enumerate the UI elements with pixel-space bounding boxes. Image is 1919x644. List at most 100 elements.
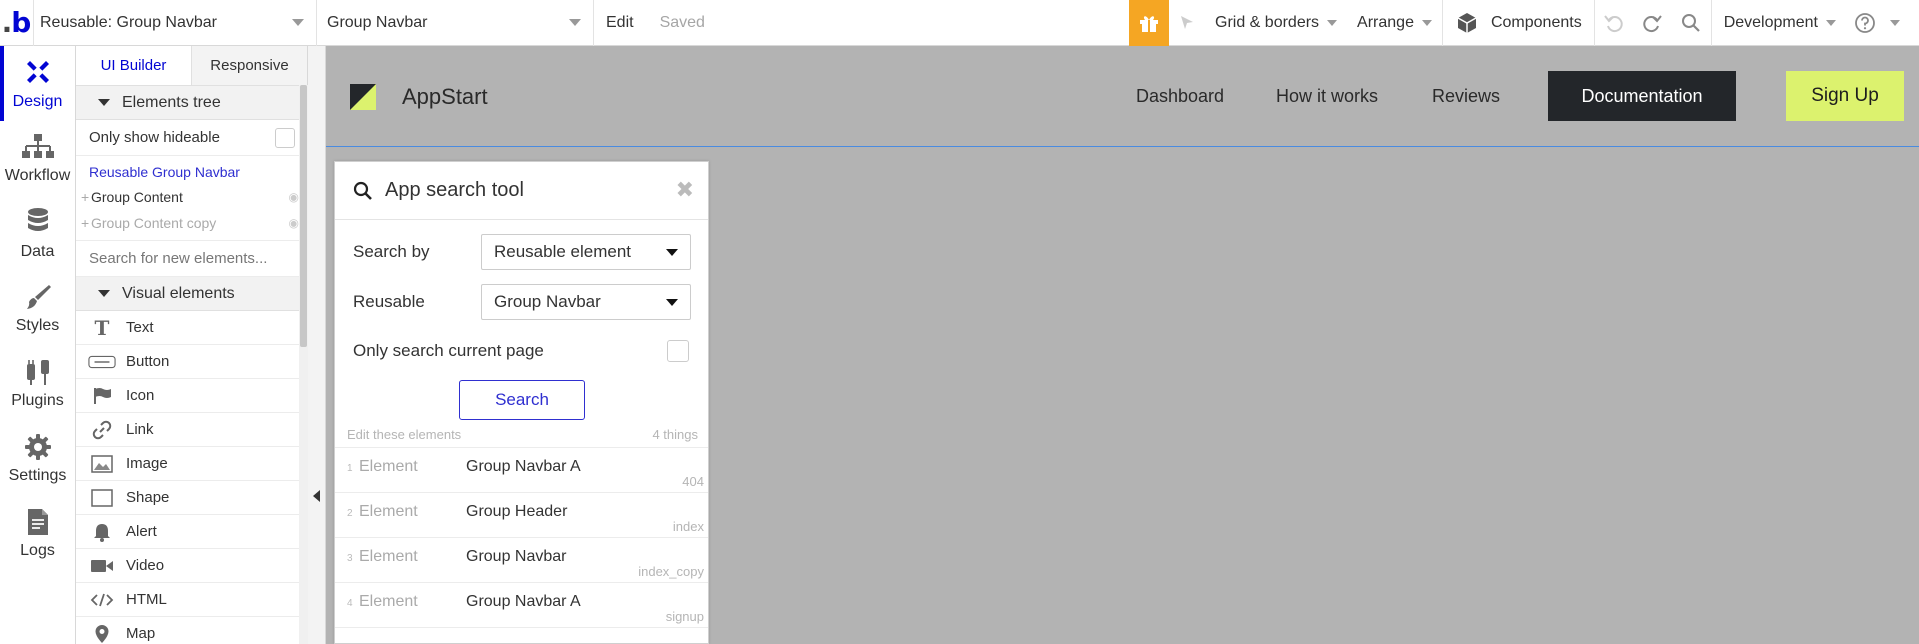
reusable-select[interactable]: Group Navbar [481,284,691,320]
group-navbar[interactable]: AppStart Dashboard How it works Reviews … [326,46,1919,146]
components-button[interactable]: Components [1443,0,1594,46]
visual-elements-header[interactable]: Visual elements [76,277,307,311]
only-show-hideable-checkbox[interactable] [275,127,295,148]
tab-ui-builder[interactable]: UI Builder [76,46,192,85]
sidebar-item-logs[interactable]: Logs [0,496,75,571]
sidebar-item-workflow[interactable]: Workflow [0,121,75,196]
grid-borders-menu[interactable]: Grid & borders [1205,0,1347,46]
elements-tree-header[interactable]: Elements tree [76,86,307,120]
page-selector[interactable]: Reusable: Group Navbar [34,0,317,46]
visual-element-shape[interactable]: Shape [76,481,307,515]
sidebar-label-plugins: Plugins [11,391,64,409]
top-toolbar: .b Reusable: Group Navbar Group Navbar E… [0,0,1919,46]
only-current-page-row: Only search current page [335,333,708,369]
visual-element-icon[interactable]: Icon [76,379,307,413]
collapse-left-icon[interactable] [313,490,320,502]
visual-element-text[interactable]: T Text [76,311,307,345]
shape-icon [88,488,116,507]
new-elements-search-input[interactable]: Search for new elements... [76,241,307,277]
visual-element-label: HTML [126,591,167,608]
caret-down-icon [98,99,110,106]
gift-icon [1140,15,1158,32]
panel-collapse-strip[interactable] [308,46,326,644]
visual-element-image[interactable]: Image [76,447,307,481]
visual-element-button[interactable]: Button [76,345,307,379]
result-index: 3 [347,553,353,564]
sidebar-item-plugins[interactable]: Plugins [0,346,75,421]
result-row[interactable]: 1 Element Group Navbar A 404 [335,447,708,492]
help-button[interactable] [1846,0,1884,46]
plug-icon [26,359,49,385]
tree-item-label: Group Content [91,189,183,205]
help-icon [1855,12,1875,33]
result-row[interactable]: 2 Element Group Header index [335,492,708,537]
result-row[interactable]: 4 Element Group Navbar A signup [335,582,708,627]
edit-status: Edit Saved [594,14,1129,32]
cube-icon [1457,12,1477,33]
gift-button[interactable] [1129,0,1169,46]
elements-panel: UI Builder Responsive Elements tree Only… [76,46,308,644]
search-by-label: Search by [353,242,430,261]
only-show-hideable-label: Only show hideable [89,129,220,146]
dialog-header: App search tool ✖ [335,162,708,220]
result-row[interactable]: 3 Element Group Navbar index_copy [335,537,708,582]
document-icon [27,508,48,535]
sidebar-item-design[interactable]: Design [0,46,75,121]
close-icon[interactable]: ✖ [676,178,694,203]
arrange-menu[interactable]: Arrange [1347,0,1442,46]
eye-icon[interactable]: ◉ [289,216,299,230]
panel-scrollbar-thumb[interactable] [300,85,307,347]
brand-name[interactable]: AppStart [402,84,488,110]
search-tool-button[interactable] [1671,0,1711,46]
tree-item-label: Group Content copy [91,215,217,231]
only-current-page-checkbox[interactable] [667,340,689,362]
documentation-button[interactable]: Documentation [1548,71,1736,121]
select-tool[interactable] [1169,0,1205,46]
visual-element-label: Shape [126,489,170,506]
nav-link-how-it-works[interactable]: How it works [1276,86,1378,107]
visual-element-html[interactable]: HTML [76,583,307,617]
undo-button[interactable] [1595,0,1633,46]
visual-element-link[interactable]: Link [76,413,307,447]
account-menu[interactable] [1884,0,1906,46]
chevron-down-icon [1421,19,1432,26]
tree-item[interactable]: + Group Content ◉ [81,184,307,210]
visual-element-alert[interactable]: Alert [76,515,307,549]
result-index: 4 [347,598,353,609]
sidebar-label-data: Data [20,242,55,260]
tree-item[interactable]: + Group Content copy ◉ [81,210,307,236]
edit-label[interactable]: Edit [606,14,634,32]
sign-up-button[interactable]: Sign Up [1786,71,1904,121]
redo-button[interactable] [1633,0,1671,46]
nav-link-dashboard[interactable]: Dashboard [1136,86,1224,107]
redo-icon [1643,14,1662,32]
result-page: 404 [682,474,704,489]
search-by-select[interactable]: Reusable element [481,234,691,270]
database-icon [27,207,48,231]
sidebar-item-data[interactable]: Data [0,196,75,271]
bubble-logo[interactable]: .b [0,0,34,46]
tab-responsive[interactable]: Responsive [192,46,307,85]
eye-icon[interactable]: ◉ [289,190,299,204]
components-label: Components [1490,13,1582,31]
main-sidebar: Design Workflow Data Styles Plugins Sett… [0,46,76,644]
app-search-tool-dialog: App search tool ✖ Search by Reusable ele… [334,161,709,644]
environment-selector[interactable]: Development [1712,0,1846,46]
chevron-down-icon [1889,19,1900,26]
text-icon: T [94,315,110,340]
search-button[interactable]: Search [459,380,585,420]
nav-link-reviews[interactable]: Reviews [1432,86,1500,107]
results-header: Edit these elements 4 things [335,427,708,447]
element-selector[interactable]: Group Navbar [317,0,594,46]
sidebar-item-settings[interactable]: Settings [0,421,75,496]
result-type: Element [359,548,418,565]
visual-element-map[interactable]: Map [76,617,307,644]
sidebar-label-workflow: Workflow [4,166,71,184]
visual-element-video[interactable]: Video [76,549,307,583]
expand-icon[interactable]: + [81,189,91,205]
chevron-down-icon [569,19,581,26]
tree-root-item[interactable]: Reusable Group Navbar [89,160,307,184]
sidebar-item-styles[interactable]: Styles [0,271,75,346]
expand-icon[interactable]: + [81,215,91,231]
visual-element-label: Image [126,455,168,472]
